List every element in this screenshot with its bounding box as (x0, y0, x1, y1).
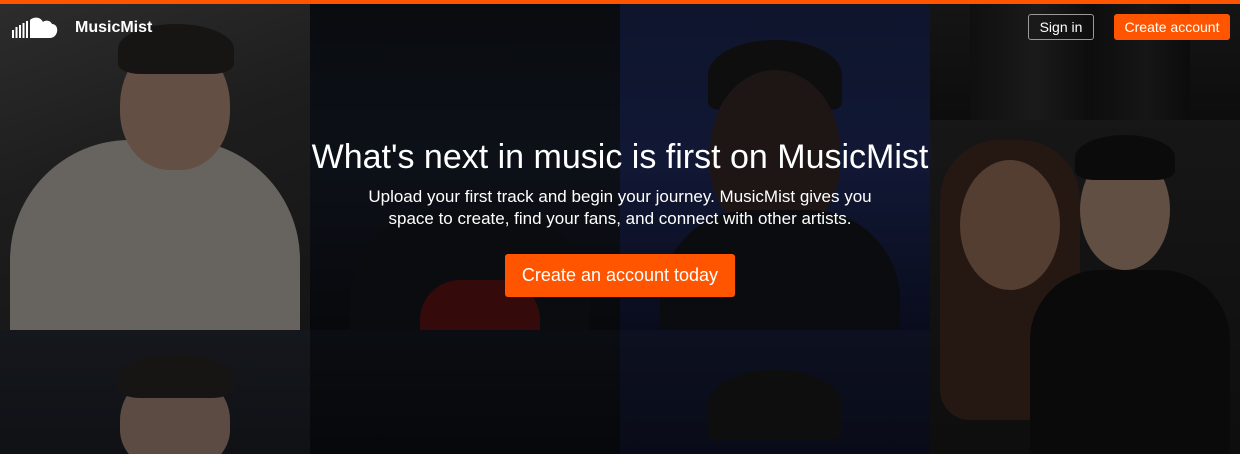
brand-name[interactable]: MusicMist (75, 19, 152, 37)
site-header: MusicMist Sign in Create account (0, 4, 1240, 50)
create-account-cta-button[interactable]: Create an account today (505, 254, 735, 297)
accent-top-bar (0, 0, 1240, 4)
hero-banner: MusicMist Sign in Create account What's … (0, 0, 1240, 454)
hero-title: What's next in music is first on MusicMi… (311, 138, 929, 176)
cloud-logo-icon[interactable] (12, 16, 58, 40)
create-account-button[interactable]: Create account (1114, 14, 1230, 40)
sign-in-button[interactable]: Sign in (1028, 14, 1094, 40)
hero-subtitle: Upload your first track and begin your j… (368, 187, 872, 228)
hero-content: What's next in music is first on MusicMi… (270, 136, 970, 297)
